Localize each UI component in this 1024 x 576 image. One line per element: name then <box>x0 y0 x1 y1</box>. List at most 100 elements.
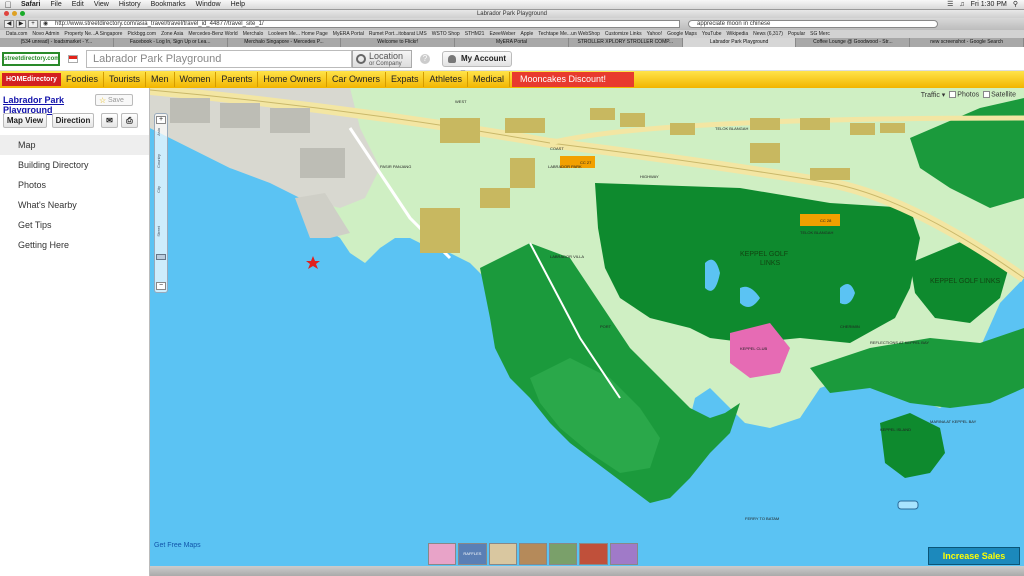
ad-thumbnail[interactable] <box>518 543 548 565</box>
print-button[interactable]: ⎙ <box>121 113 138 128</box>
browser-tab[interactable]: MyERA Portal <box>455 38 569 47</box>
zoom-window-icon[interactable] <box>20 11 25 16</box>
ad-thumbnail[interactable] <box>609 543 638 565</box>
singapore-flag-icon[interactable] <box>68 54 78 63</box>
category-home-owners[interactable]: Home Owners <box>258 72 327 87</box>
bookmark-item[interactable]: Looleem Me... Home Page <box>268 30 327 38</box>
menu-edit[interactable]: Edit <box>67 0 89 10</box>
browser-tab[interactable]: Merchalo Singapore - Mercedes P... <box>228 38 342 47</box>
bookmark-item[interactable]: YouTube <box>702 30 722 38</box>
add-bookmark-button[interactable]: + <box>28 20 38 28</box>
close-window-icon[interactable] <box>4 11 9 16</box>
apple-menu-icon[interactable]:  <box>0 0 16 10</box>
browser-tab-active[interactable]: Labrador Park Playground <box>682 38 797 47</box>
bookmark-item[interactable]: WSTO Shop <box>432 30 460 38</box>
spotlight-icon[interactable]: ⚲ <box>1013 0 1018 10</box>
bookmark-item[interactable]: News (6,317) <box>753 30 783 38</box>
direction-button[interactable]: Direction <box>52 113 94 128</box>
browser-tab[interactable]: (534 unread) - loadsmarket - Y... <box>0 38 114 47</box>
bookmark-item[interactable]: Techtape Me...un WebShop <box>538 30 600 38</box>
home-directory-link[interactable]: HOMEdirectory <box>2 73 61 86</box>
category-women[interactable]: Women <box>175 72 217 87</box>
increase-sales-banner[interactable]: Increase Sales <box>928 547 1020 565</box>
bookmark-item[interactable]: Customize Links <box>605 30 642 38</box>
category-parents[interactable]: Parents <box>216 72 259 87</box>
browser-tab[interactable]: STROLLER XPLORY STROLLER COMP... <box>569 38 683 47</box>
bookmark-item[interactable]: STHM21 <box>465 30 485 38</box>
place-title[interactable]: Labrador Park Playground <box>3 95 93 115</box>
zoom-slider-knob[interactable] <box>156 254 166 260</box>
minimize-window-icon[interactable] <box>12 11 17 16</box>
ad-thumbnail[interactable] <box>488 543 517 565</box>
browser-tab[interactable]: new screenshot - Google Search <box>910 38 1024 47</box>
photos-toggle[interactable]: Photos <box>949 91 979 99</box>
bookmark-item[interactable]: MyERA Portal <box>333 30 364 38</box>
bookmark-item[interactable]: Novo Admin <box>32 30 59 38</box>
ad-thumbnail[interactable] <box>549 543 578 565</box>
menu-history[interactable]: History <box>114 0 146 10</box>
mooncakes-promo-link[interactable]: Mooncakes Discount! <box>512 72 635 87</box>
google-search-field[interactable]: appreciate moon in chinese <box>688 20 938 28</box>
bookmark-item[interactable]: SG Merc <box>810 30 830 38</box>
location-search-button[interactable]: Location or Company <box>352 49 412 68</box>
bookmark-item[interactable]: Wikipedia <box>726 30 748 38</box>
category-men[interactable]: Men <box>146 72 175 87</box>
bookmark-item[interactable]: Data.com <box>6 30 27 38</box>
save-button[interactable]: ☆ Save <box>95 94 133 106</box>
category-expats[interactable]: Expats <box>386 72 425 87</box>
category-foodies[interactable]: Foodies <box>61 72 104 87</box>
photos-checkbox[interactable] <box>949 91 957 98</box>
bookmark-item[interactable]: Rumet Port...itobarat LMS <box>369 30 427 38</box>
browser-tab[interactable]: Welcome to Flickr! <box>341 38 456 47</box>
sidebar-item-get-tips[interactable]: Get Tips <box>0 215 149 235</box>
help-icon[interactable]: ? <box>420 53 430 64</box>
sidebar-item-getting-here[interactable]: Getting Here <box>0 235 149 255</box>
satellite-toggle[interactable]: Satellite <box>983 91 1016 99</box>
traffic-toggle[interactable]: Traffic ▾ <box>921 91 946 99</box>
bookmark-item[interactable]: Mercedes-Benz World <box>188 30 237 38</box>
zoom-in-button[interactable]: + <box>156 116 166 124</box>
category-tourists[interactable]: Tourists <box>104 72 147 87</box>
bookmark-item[interactable]: Google Maps <box>667 30 697 38</box>
back-button[interactable]: ◀ <box>4 20 14 28</box>
map-canvas[interactable]: KEPPEL GOLF LINKS KEPPEL GOLF LINKS LABR… <box>150 88 1024 576</box>
bookmark-item[interactable]: Pickbgg.com <box>127 30 156 38</box>
ad-thumbnail[interactable]: RAFFLES <box>458 543 487 565</box>
bookmark-item[interactable]: Apple <box>520 30 533 38</box>
satellite-checkbox[interactable] <box>983 91 991 98</box>
bookmark-item[interactable]: Zone Asia <box>161 30 183 38</box>
sidebar-item-map[interactable]: Map <box>0 135 149 155</box>
get-free-maps-link[interactable]: Get Free Maps <box>154 542 201 549</box>
bookmark-item[interactable]: Merchalo <box>243 30 264 38</box>
zoom-out-button[interactable]: − <box>156 282 166 290</box>
menu-window[interactable]: Window <box>191 0 226 10</box>
browser-tab[interactable]: Facebook - Log In, Sign Up or Lea... <box>114 38 228 47</box>
my-account-button[interactable]: My Account ▾ <box>442 50 512 77</box>
sidebar-item-whats-nearby[interactable]: What's Nearby <box>0 195 149 215</box>
bookmark-item[interactable]: Yahoo! <box>647 30 662 38</box>
ad-thumbnail[interactable] <box>428 543 457 565</box>
bookmark-item[interactable]: Popular <box>788 30 805 38</box>
bookmark-item[interactable]: Property Ne...A Singapore <box>64 30 122 38</box>
wifi-icon[interactable]: ☰ <box>947 0 953 10</box>
place-search-input[interactable]: Labrador Park Playground <box>86 49 352 68</box>
menu-safari[interactable]: Safari <box>16 0 45 10</box>
streetdirectory-logo[interactable]: streetdirectory.com <box>2 51 60 66</box>
address-bar[interactable]: ◉ http://www.streetdirectory.com/asia_tra… <box>40 20 680 28</box>
volume-icon[interactable]: ♫ <box>959 0 964 10</box>
browser-tab[interactable]: Coffee Lounge @ Goodwood - Str... <box>796 38 911 47</box>
category-athletes[interactable]: Athletes <box>424 72 468 87</box>
menu-view[interactable]: View <box>89 0 114 10</box>
category-car-owners[interactable]: Car Owners <box>327 72 386 87</box>
forward-button[interactable]: ▶ <box>16 20 26 28</box>
email-button[interactable]: ✉ <box>101 113 118 128</box>
menu-file[interactable]: File <box>45 0 66 10</box>
bookmark-item[interactable]: EzeeWeber <box>489 30 515 38</box>
ad-thumbnail[interactable] <box>579 543 608 565</box>
category-medical[interactable]: Medical <box>468 72 511 87</box>
clock[interactable]: Fri 1:30 PM <box>971 0 1007 10</box>
menu-bookmarks[interactable]: Bookmarks <box>146 0 191 10</box>
sidebar-item-photos[interactable]: Photos <box>0 175 149 195</box>
map-view-button[interactable]: Map View <box>3 113 47 128</box>
sidebar-item-building-directory[interactable]: Building Directory <box>0 155 149 175</box>
